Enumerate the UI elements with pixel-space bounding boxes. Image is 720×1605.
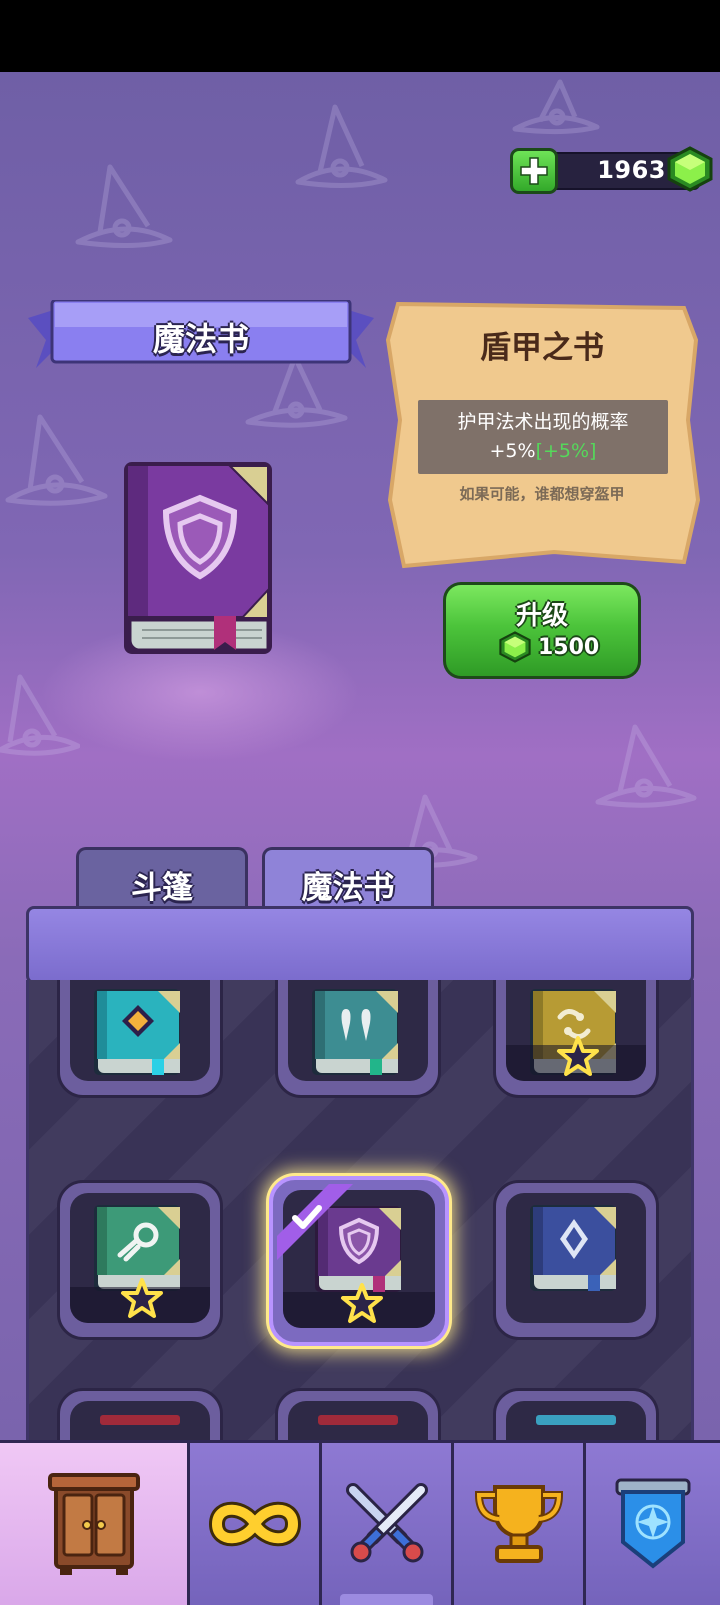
- book-slot-partial-3[interactable]: [493, 1388, 659, 1440]
- crossed-swords-icon: [339, 1476, 435, 1576]
- nav-battle[interactable]: [322, 1443, 454, 1605]
- book-slot-partial-1[interactable]: [57, 1388, 223, 1440]
- item-effect: 护甲法术出现的概率 +5%[+5%]: [418, 400, 668, 474]
- item-effect-value: +5%: [489, 440, 536, 462]
- plus-icon: [520, 157, 548, 185]
- shield-spellbook-icon: [124, 462, 272, 654]
- upgrade-cost: 1500: [538, 635, 600, 660]
- book-slot-shield-selected[interactable]: [269, 1176, 449, 1346]
- banner-title: 魔法书: [152, 320, 249, 358]
- star-icon: [120, 1277, 164, 1323]
- bottom-navigation: [0, 1440, 720, 1605]
- fang-spellbook-icon: [310, 987, 402, 1083]
- crystal-spellbook-icon: [528, 1203, 620, 1299]
- book-slot-crystal[interactable]: [493, 1180, 659, 1340]
- item-flavor-text: 如果可能，谁都想穿盔甲: [459, 485, 625, 503]
- tab-cloaks[interactable]: 斗篷: [76, 847, 248, 911]
- inventory-panel-header: [26, 906, 694, 984]
- book-top-red: [100, 1415, 180, 1425]
- wizard-hat-icon: [590, 722, 700, 812]
- star-icon: [556, 1035, 600, 1081]
- trophy-icon: [471, 1479, 567, 1573]
- status-bar: [0, 0, 720, 72]
- infinity-icon: [207, 1496, 303, 1556]
- item-effect-bonus: [+5%]: [535, 440, 597, 462]
- book-slot-swirl[interactable]: [493, 980, 659, 1098]
- book-slot-partial-2[interactable]: [275, 1388, 441, 1440]
- add-gems-button[interactable]: [510, 148, 558, 194]
- wizard-hat-icon: [505, 77, 605, 137]
- banner-shield-icon: [613, 1476, 693, 1576]
- wardrobe-icon: [46, 1469, 142, 1583]
- green-gem-icon: [666, 146, 714, 196]
- upgrade-label: 升级: [515, 601, 568, 631]
- item-effect-values: +5%[+5%]: [418, 437, 668, 466]
- book-slot-fang[interactable]: [275, 980, 441, 1098]
- upgrade-button-face: 升级 1500: [446, 585, 638, 676]
- nav-guild[interactable]: [586, 1443, 720, 1605]
- wizard-hat-icon: [290, 102, 390, 192]
- green-gem-icon: [498, 631, 532, 667]
- selected-book-preview: [122, 460, 277, 664]
- gem-amount: 1963: [597, 156, 666, 184]
- inventory-grid[interactable]: [26, 980, 694, 1440]
- upgrade-button[interactable]: 升级 1500: [443, 582, 641, 679]
- book-top-blue: [536, 1415, 616, 1425]
- item-name: 盾甲之书: [480, 330, 604, 366]
- tab-spellbooks[interactable]: 魔法书: [262, 847, 434, 911]
- wizard-hat-icon: [0, 672, 80, 762]
- star-icon: [340, 1282, 384, 1328]
- wizard-hat-icon: [0, 412, 110, 512]
- equipped-check-icon: [273, 1180, 353, 1264]
- nav-trophies[interactable]: [454, 1443, 586, 1605]
- gem-counter: 1963: [510, 146, 715, 194]
- book-slot-comet[interactable]: [57, 1180, 223, 1340]
- item-effect-line: 护甲法术出现的概率: [457, 411, 629, 433]
- book-top-red: [318, 1415, 398, 1425]
- book-slot-diamond[interactable]: [57, 980, 223, 1098]
- nav-wardrobe[interactable]: [0, 1443, 190, 1605]
- diamond-spellbook-icon: [92, 987, 184, 1083]
- section-banner: 魔法书: [28, 300, 374, 378]
- nav-endless[interactable]: [190, 1443, 322, 1605]
- wizard-hat-icon: [70, 162, 180, 252]
